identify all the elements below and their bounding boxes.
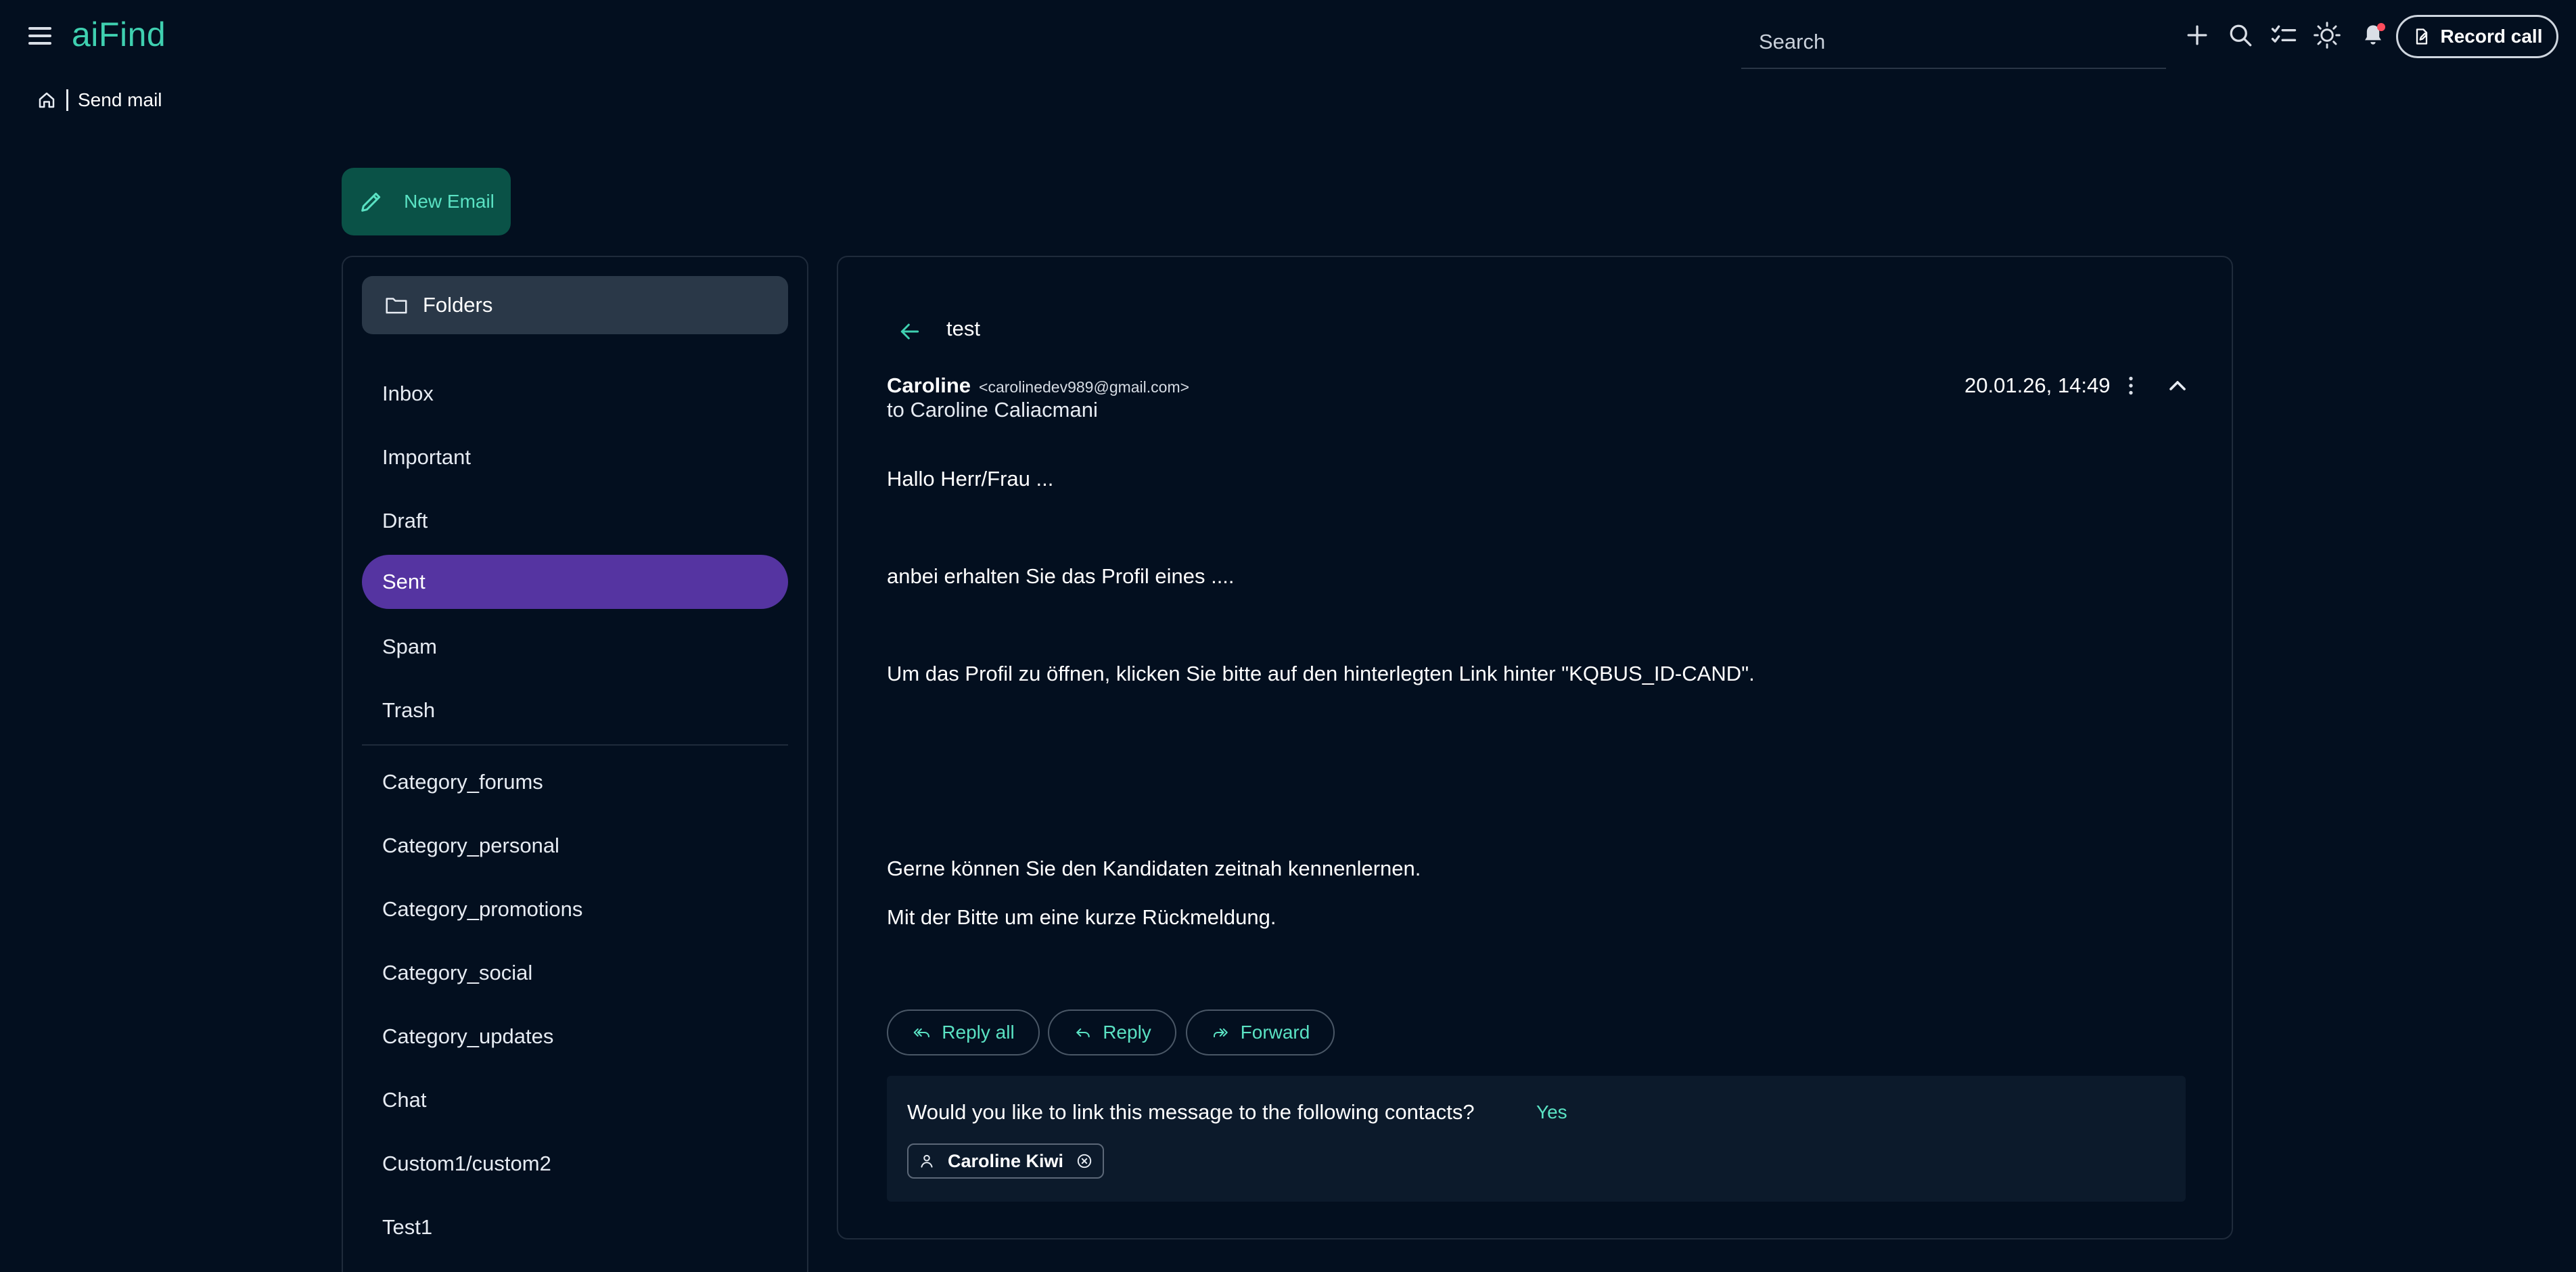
folder-label: Chat	[382, 1088, 427, 1112]
folder-item-category-promotions[interactable]: Category_promotions	[362, 882, 788, 936]
tasks-checklist-icon[interactable]	[2269, 20, 2299, 50]
app-root: aiFind Record call Send mail New Email F…	[0, 0, 2576, 1272]
sender-email: <carolinedev989@gmail.com>	[979, 378, 1190, 396]
edit-document-icon	[2416, 28, 2427, 45]
email-date: 20.01.26, 14:49	[1964, 373, 2111, 397]
breadcrumb-current: Send mail	[78, 89, 162, 110]
sender-name: Caroline	[887, 373, 971, 397]
folder-label: Test1	[382, 1215, 433, 1239]
sender-line: Caroline <carolinedev989@gmail.com>	[887, 373, 1189, 398]
folder-divider	[362, 744, 788, 746]
reply-all-label: Reply all	[942, 1022, 1015, 1043]
folders-header[interactable]: Folders	[362, 276, 788, 334]
email-body-line: anbei erhalten Sie das Profil eines ....	[887, 564, 1235, 588]
folder-item-category-forums[interactable]: Category_forums	[362, 755, 788, 809]
hamburger-menu-icon[interactable]	[28, 26, 51, 46]
record-call-label: Record call	[2440, 26, 2543, 47]
new-email-label: New Email	[404, 191, 495, 212]
home-icon[interactable]	[37, 90, 57, 110]
contact-chip: Caroline Kiwi	[907, 1143, 1105, 1179]
contact-chip-label: Caroline Kiwi	[948, 1150, 1064, 1171]
reply-all-icon	[914, 1028, 930, 1038]
person-icon	[921, 1154, 933, 1168]
remove-contact-icon[interactable]	[1076, 1152, 1093, 1170]
link-contacts-box: Would you like to link this message to t…	[887, 1076, 2186, 1202]
folder-label: Category_forums	[382, 770, 543, 794]
reply-icon	[1076, 1028, 1090, 1038]
app-logo: aiFind	[72, 16, 166, 53]
pencil-icon	[361, 192, 381, 212]
email-subject: test	[946, 317, 980, 340]
folder-label: Trash	[382, 698, 436, 722]
back-arrow-icon[interactable]	[896, 318, 923, 345]
chevron-up-icon[interactable]	[2164, 372, 2191, 399]
folder-icon	[386, 298, 407, 314]
folder-label: Category_promotions	[382, 897, 583, 921]
notification-bell-icon[interactable]	[2358, 20, 2388, 50]
email-body-line: Hallo Herr/Frau ...	[887, 467, 1054, 491]
recipient-line: to Caroline Caliacmani	[887, 398, 1098, 422]
folder-label: Sent	[382, 570, 426, 593]
forward-label: Forward	[1240, 1022, 1310, 1043]
folder-label: Important	[382, 445, 471, 469]
reply-label: Reply	[1103, 1022, 1151, 1043]
search-bar	[1741, 15, 2166, 69]
folder-item-draft[interactable]: Draft	[362, 494, 788, 548]
email-body-line: Gerne können Sie den Kandidaten zeitnah …	[887, 857, 1421, 880]
email-body-line: Mit der Bitte um eine kurze Rückmeldung.	[887, 905, 1276, 929]
reply-button[interactable]: Reply	[1048, 1009, 1176, 1055]
folder-item-chat[interactable]: Chat	[362, 1073, 788, 1127]
folder-label: Inbox	[382, 382, 434, 405]
folder-label: Draft	[382, 509, 428, 532]
reply-all-button[interactable]: Reply all	[887, 1009, 1040, 1055]
folder-label: Spam	[382, 635, 437, 658]
folder-label: Category_personal	[382, 834, 559, 857]
folder-label: Category_updates	[382, 1024, 554, 1048]
folder-item-trash[interactable]: Trash	[362, 683, 788, 737]
email-view: test Caroline <carolinedev989@gmail.com>…	[837, 256, 2233, 1240]
folders-label: Folders	[423, 293, 493, 317]
record-call-button[interactable]: Record call	[2396, 15, 2558, 58]
forward-button[interactable]: Forward	[1186, 1009, 1335, 1055]
folder-label: Category_social	[382, 961, 533, 984]
folder-item-inbox[interactable]: Inbox	[362, 367, 788, 421]
folder-sidebar: Folders Inbox Important Draft Sent Spam …	[342, 256, 808, 1272]
theme-toggle-icon[interactable]	[2312, 20, 2342, 50]
folder-label: Custom1/custom2	[382, 1152, 551, 1175]
folder-item-spam[interactable]: Spam	[362, 620, 788, 674]
folder-item-test1[interactable]: Test1	[362, 1200, 788, 1254]
folder-item-category-social[interactable]: Category_social	[362, 946, 788, 1000]
breadcrumb: Send mail	[37, 89, 162, 111]
add-icon[interactable]	[2182, 20, 2212, 50]
folder-item-category-updates[interactable]: Category_updates	[362, 1009, 788, 1064]
search-input[interactable]	[1741, 20, 2166, 64]
email-body-line: Um das Profil zu öffnen, klicken Sie bit…	[887, 662, 1755, 685]
breadcrumb-separator	[66, 89, 68, 111]
folder-item-category-personal[interactable]: Category_personal	[362, 819, 788, 873]
forward-icon	[1213, 1028, 1228, 1038]
folder-item-important[interactable]: Important	[362, 430, 788, 484]
link-contacts-question: Would you like to link this message to t…	[907, 1100, 1475, 1124]
folder-item-custom1-custom2[interactable]: Custom1/custom2	[362, 1137, 788, 1191]
more-options-icon[interactable]	[2119, 372, 2143, 399]
folder-item-sent[interactable]: Sent	[362, 555, 788, 609]
search-icon[interactable]	[2226, 20, 2255, 50]
link-contacts-yes-button[interactable]: Yes	[1536, 1101, 1567, 1123]
new-email-button[interactable]: New Email	[342, 168, 511, 235]
notification-badge	[2377, 23, 2385, 31]
